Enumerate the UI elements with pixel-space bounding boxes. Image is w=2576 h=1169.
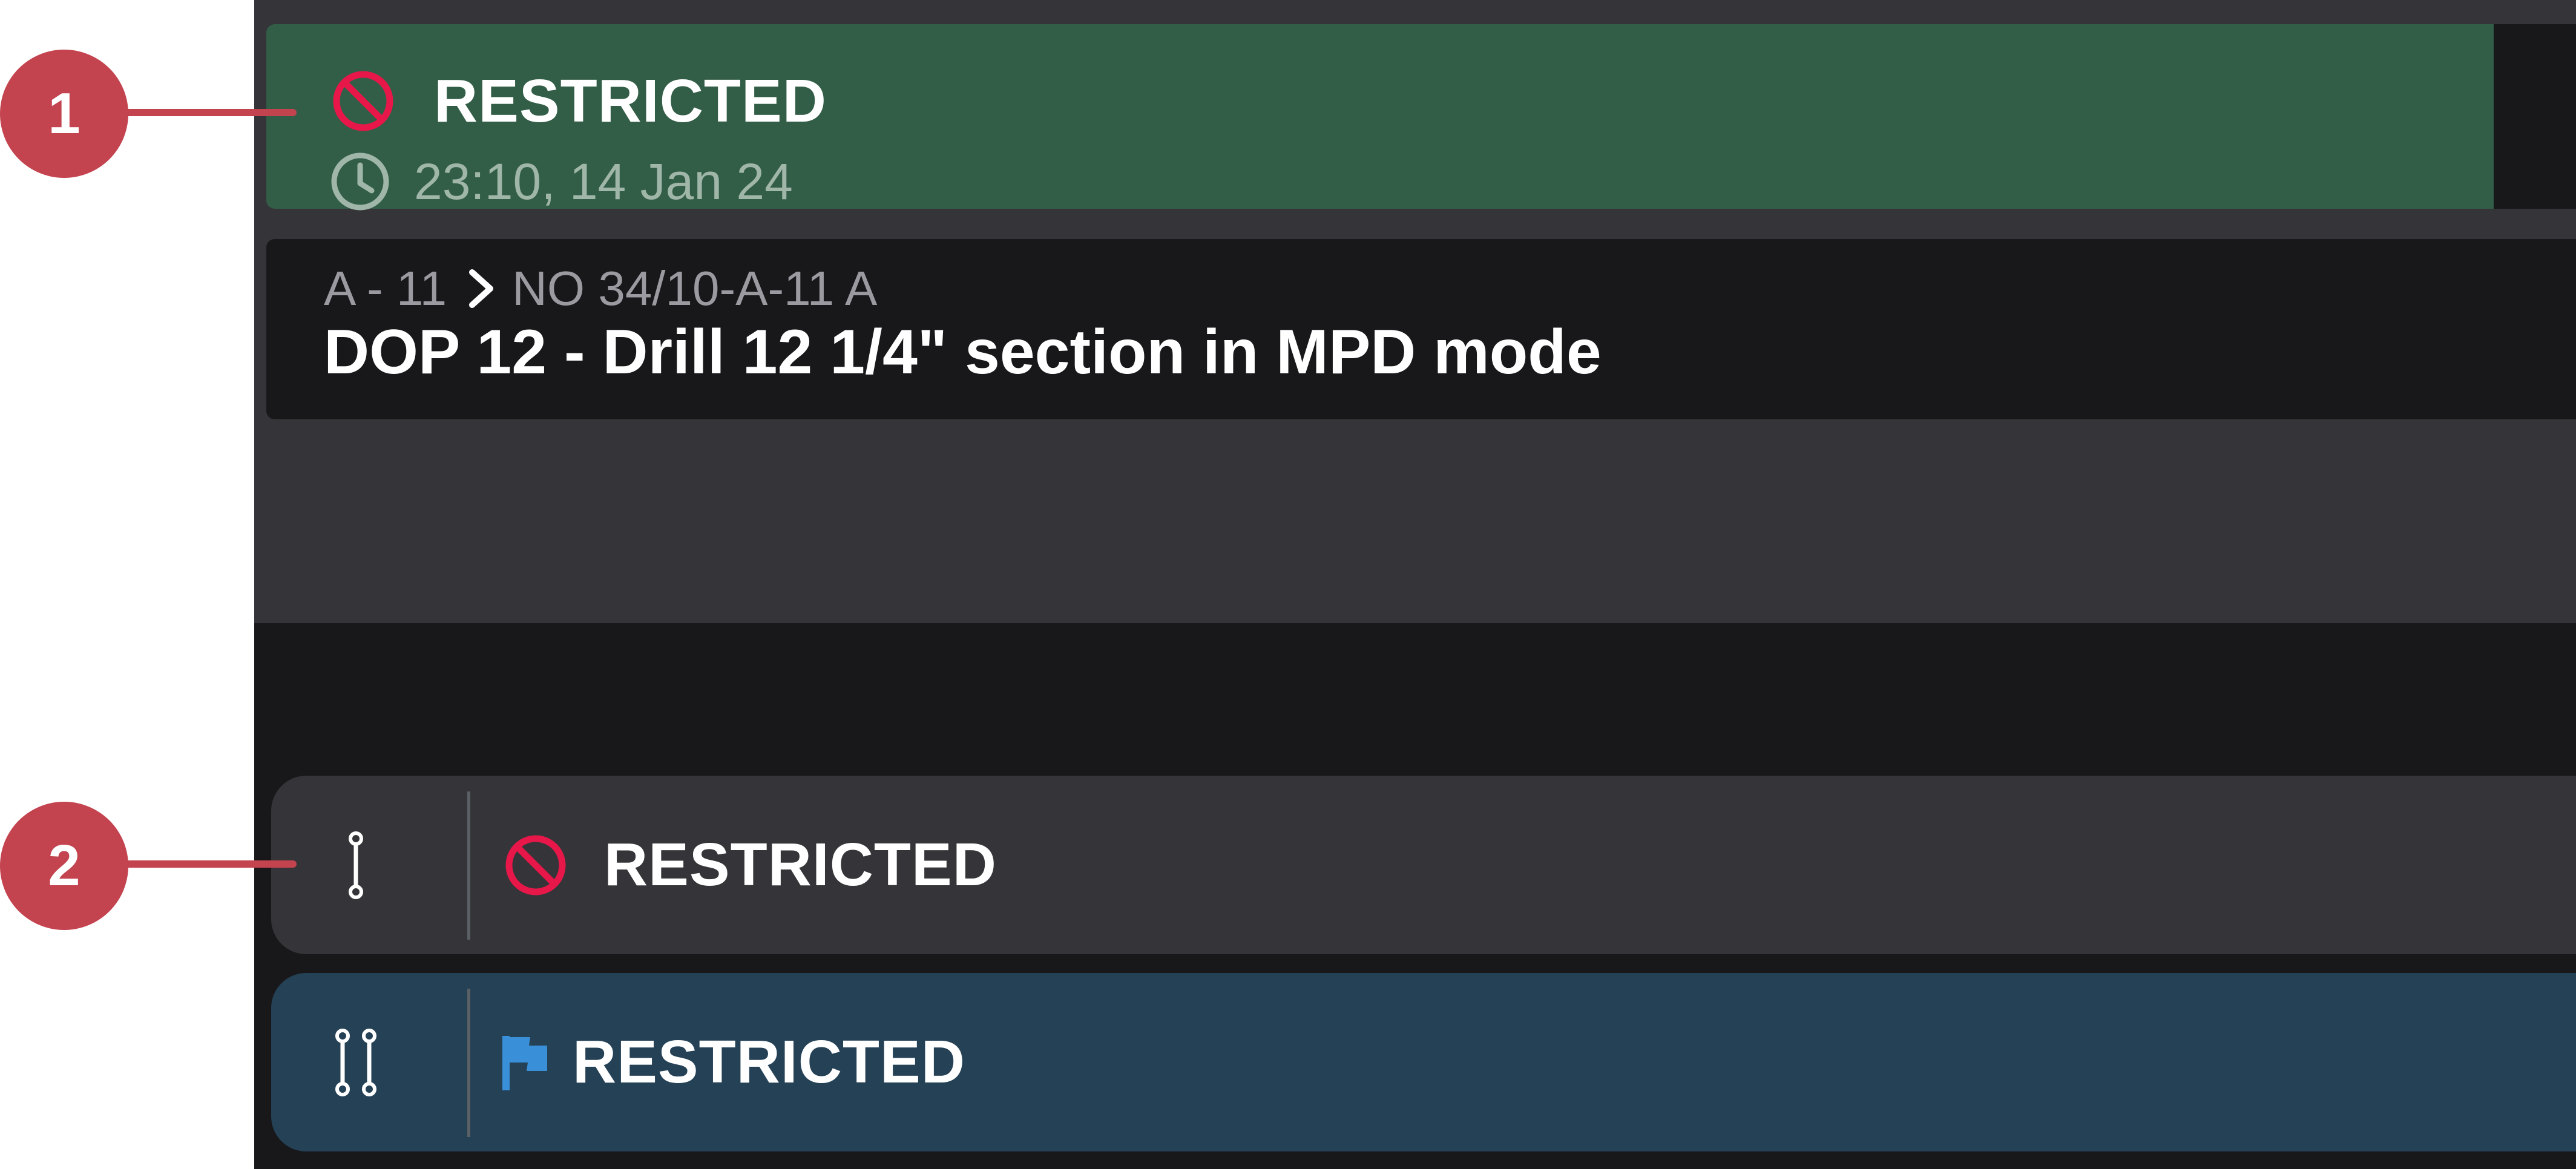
row-status-label: RESTRICTED: [573, 1028, 965, 1096]
status-card-edge: [2494, 24, 2576, 209]
breadcrumb: A - 11 NO 34/10-A-11 A: [324, 258, 877, 319]
callout-leader: [121, 109, 297, 116]
task-title: DOP 12 - Drill 12 1/4" section in MPD mo…: [324, 317, 1602, 387]
row-status-label: RESTRICTED: [604, 831, 997, 899]
double-connector-icon: [326, 1029, 386, 1096]
callout-badge: 1: [0, 50, 128, 178]
status-card[interactable]: RESTRICTED 23:10, 14 Jan 24: [266, 24, 2494, 211]
timestamp: 23:10, 14 Jan 24: [414, 152, 793, 210]
restricted-icon: [502, 832, 569, 899]
list-row-single[interactable]: RESTRICTED: [271, 776, 2576, 954]
callout-leader: [121, 860, 297, 868]
row-status: RESTRICTED: [500, 973, 965, 1151]
chevron-right-icon: [447, 267, 512, 310]
breadcrumb-child[interactable]: NO 34/10-A-11 A: [512, 261, 877, 316]
row-separator: [467, 791, 470, 940]
row-status: RESTRICTED: [502, 776, 997, 954]
flag-icon: [500, 1033, 548, 1092]
timestamp-row: 23:10, 14 Jan 24: [327, 148, 793, 215]
status-row: RESTRICTED: [330, 67, 827, 135]
status-label: RESTRICTED: [434, 67, 827, 135]
row-separator: [467, 989, 470, 1137]
section-divider: [254, 623, 2576, 774]
clock-icon: [327, 148, 393, 215]
restricted-icon: [330, 68, 396, 134]
breadcrumb-parent[interactable]: A - 11: [324, 261, 447, 316]
callout-badge: 2: [0, 802, 128, 930]
list-row-double[interactable]: RESTRICTED: [271, 973, 2576, 1151]
task-card[interactable]: A - 11 NO 34/10-A-11 A DOP 12 - Drill 12…: [266, 239, 2576, 419]
app-viewport: RESTRICTED 23:10, 14 Jan 24 A - 11 NO 34…: [254, 0, 2576, 1169]
single-connector-icon: [326, 831, 386, 899]
